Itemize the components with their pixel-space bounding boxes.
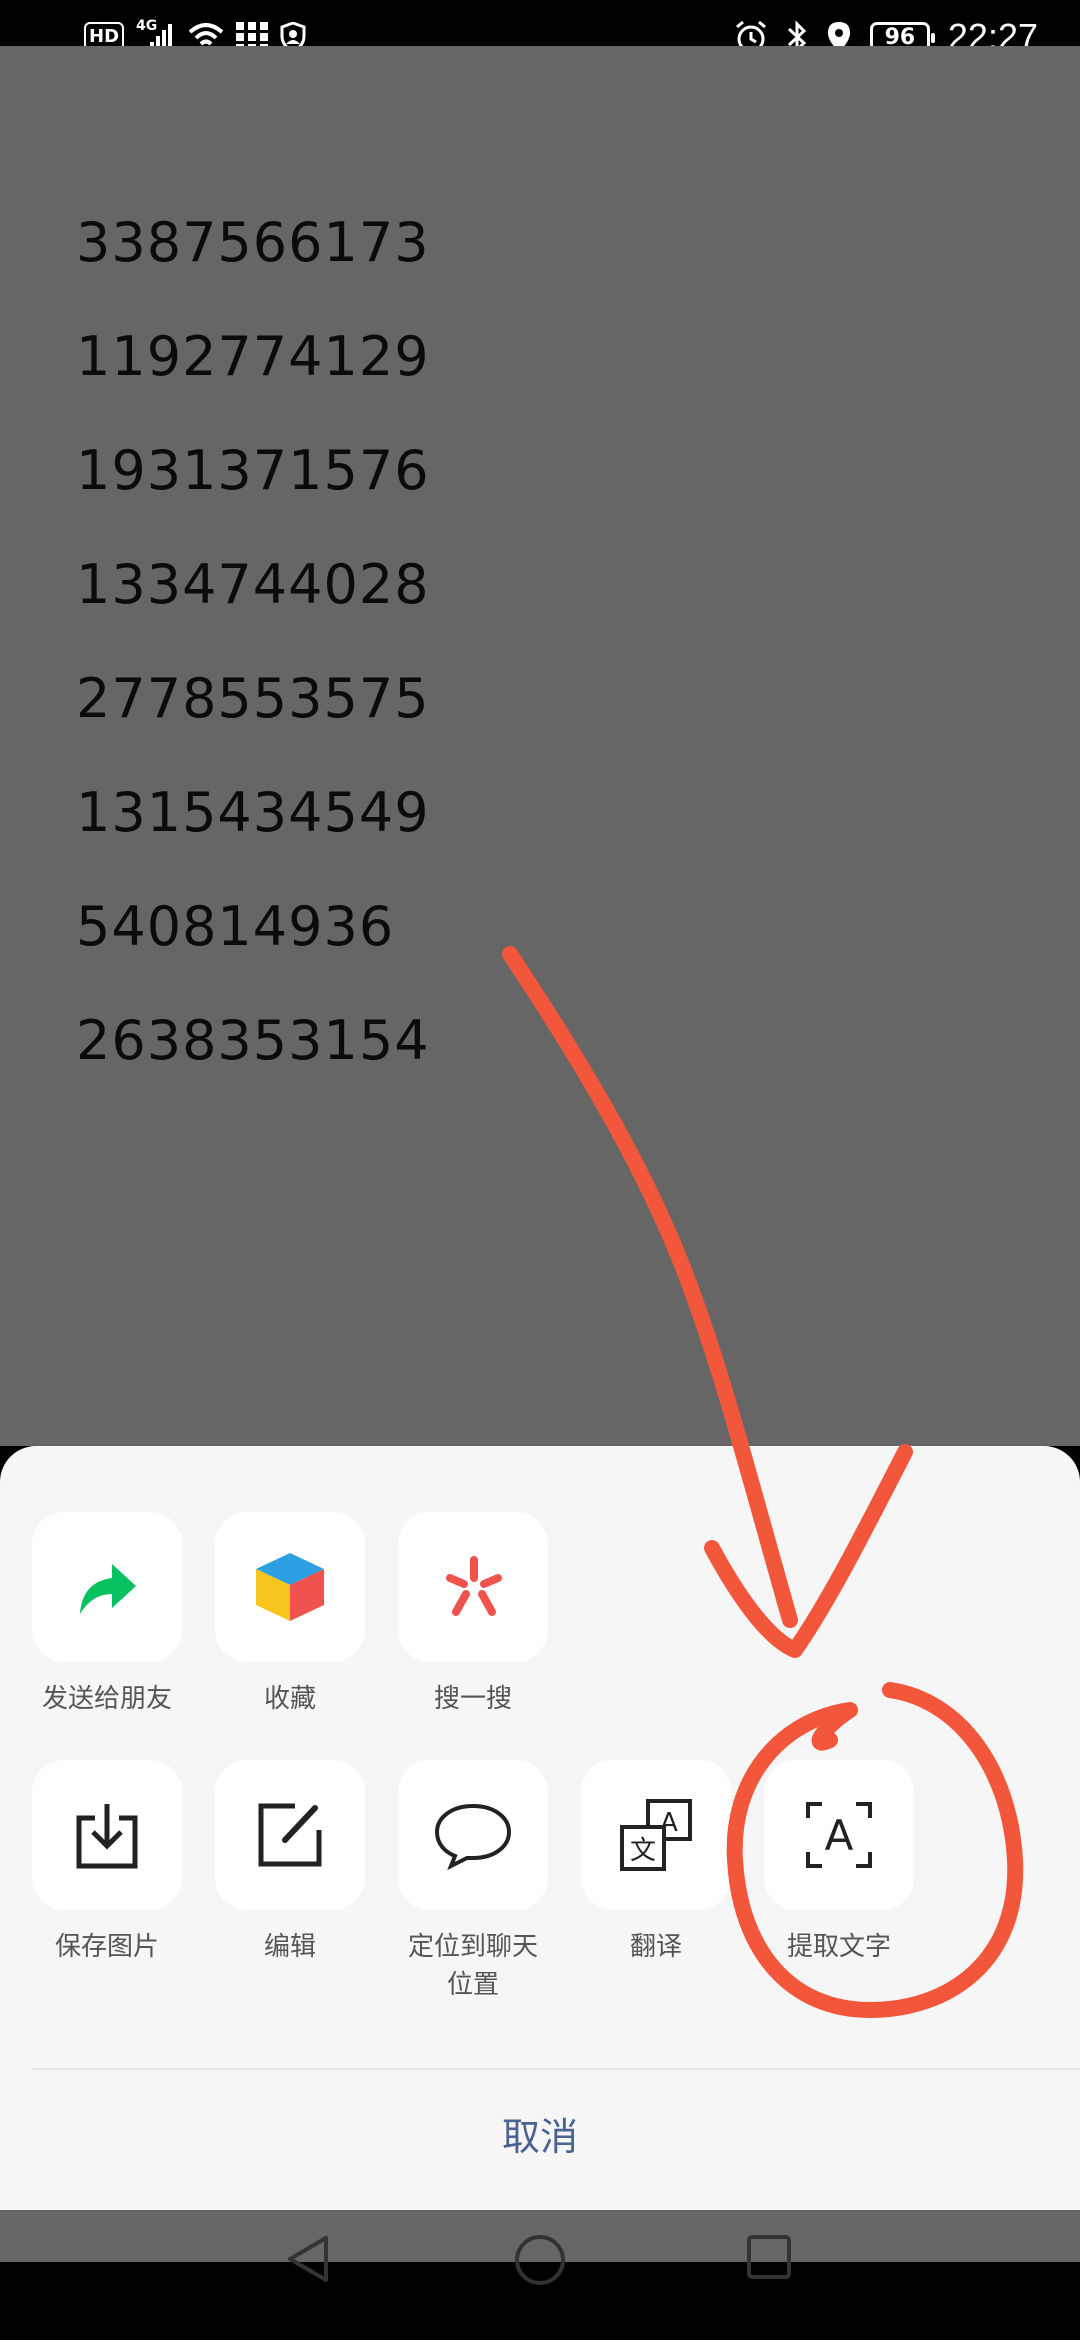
save-image-tile[interactable] [32,1760,182,1910]
extract-text-label: 提取文字 [786,1932,891,1962]
favorite-label: 收藏 [263,1684,316,1714]
image-preview[interactable]: 3387566173 1192774129 1931371576 1334744… [0,46,1080,1446]
send-to-friend-label: 发送给朋友 [41,1684,172,1714]
translate-label: 翻译 [629,1932,682,1962]
number-list: 3387566173 1192774129 1931371576 1334744… [76,186,430,1098]
search-button[interactable]: 搜一搜 [398,1512,548,1718]
home-icon[interactable] [514,2234,566,2286]
svg-text:文: 文 [630,1836,656,1866]
send-to-friend-tile[interactable] [32,1512,182,1662]
favorite-button[interactable]: 收藏 [215,1512,365,1718]
save-image-button[interactable]: 保存图片 [32,1760,182,1966]
locate-in-chat-label-line2: 位置 [446,1970,499,2000]
number-line: 1192774129 [76,325,430,388]
svg-text:A: A [825,1811,854,1860]
locate-in-chat-label-line1: 定位到聊天 [407,1932,538,1962]
locate-in-chat-tile[interactable] [398,1760,548,1910]
translate-button[interactable]: A 文 翻译 [581,1760,731,1966]
search-label: 搜一搜 [433,1684,512,1714]
number-line: 540814936 [76,895,395,958]
translate-icon: A 文 [620,1799,692,1871]
extract-text-tile[interactable]: A [764,1760,914,1910]
sheet-divider [32,2068,1080,2070]
edit-tile[interactable] [215,1760,365,1910]
edit-button[interactable]: 编辑 [215,1760,365,1966]
locate-in-chat-button[interactable]: 定位到聊天 位置 [398,1760,548,2004]
back-icon[interactable] [286,2234,330,2284]
edit-label: 编辑 [263,1932,316,1962]
action-sheet: 发送给朋友 收藏 搜一搜 保存图片 编辑 定位到聊天 位置 A 文 翻译 A 提… [0,1446,1080,2262]
favorite-cube-icon [256,1553,324,1621]
extract-text-button[interactable]: A 提取文字 [764,1760,914,1966]
translate-tile[interactable]: A 文 [581,1760,731,1910]
chat-bubble-icon [434,1803,512,1870]
number-line: 2638353154 [76,1009,430,1072]
number-line: 1334744028 [76,553,430,616]
search-tile[interactable] [398,1512,548,1662]
locate-in-chat-label: 定位到聊天 位置 [398,1928,548,2004]
cancel-button[interactable]: 取消 [0,2106,1080,2161]
send-to-friend-button[interactable]: 发送给朋友 [32,1512,182,1718]
save-image-label: 保存图片 [54,1932,159,1962]
favorite-tile[interactable] [215,1512,365,1662]
number-line: 3387566173 [76,211,430,274]
text-extract-icon: A [806,1802,872,1868]
number-line: 1931371576 [76,439,430,502]
number-line: 1315434549 [76,781,430,844]
navigation-bar [0,2210,1080,2340]
network-type: 4G [136,18,158,34]
download-icon [76,1804,138,1869]
share-arrow-icon [80,1564,136,1614]
search-star-icon [446,1556,502,1616]
edit-icon [258,1803,322,1867]
recents-icon[interactable] [746,2234,792,2280]
number-line: 2778553575 [76,667,430,730]
